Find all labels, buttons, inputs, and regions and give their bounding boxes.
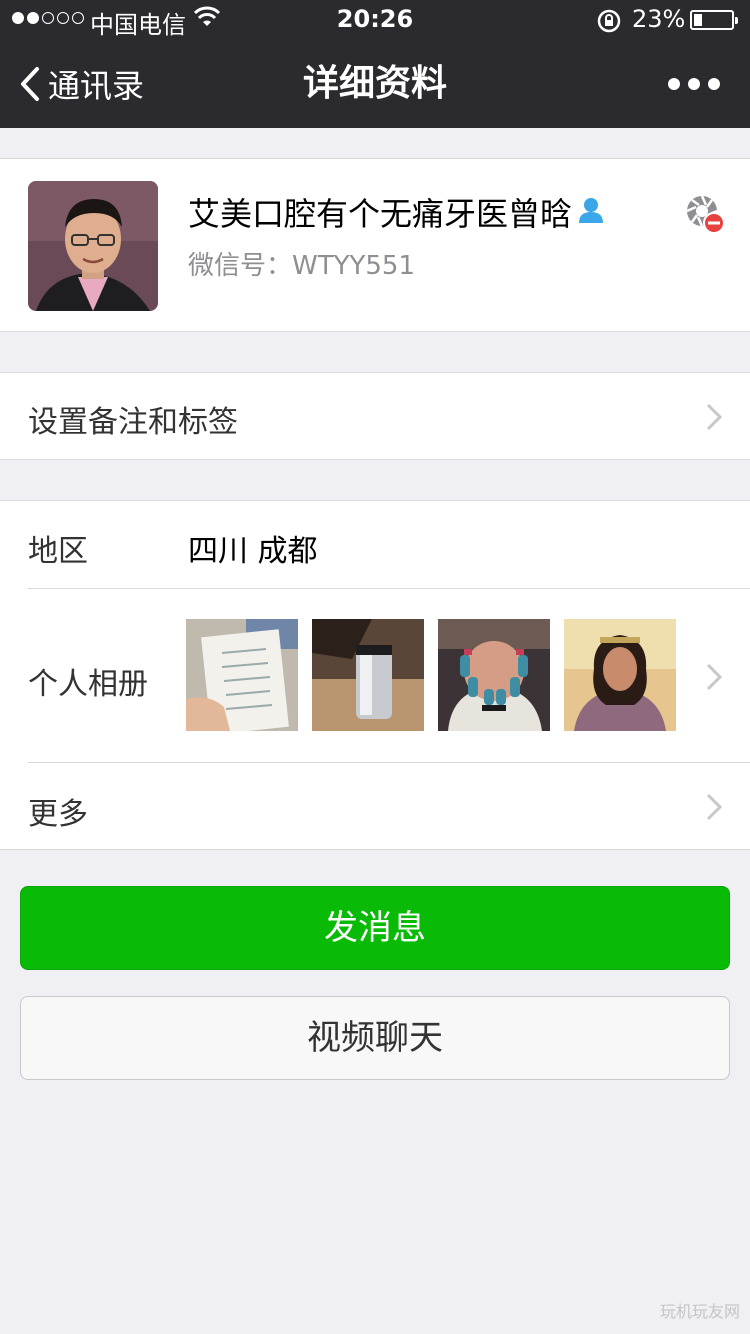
region-value: 四川 成都 [188,534,318,569]
album-label: 个人相册 [28,667,148,702]
more-options-button[interactable] [664,74,724,94]
info-section: 地区 四川 成都 个人相册 更多 [0,500,750,850]
battery-icon [690,10,738,30]
page-title: 详细资料 [302,63,447,104]
album-thumbnail[interactable] [312,619,424,731]
region-row: 地区 四川 成都 [0,501,750,588]
star-friend-icon[interactable] [684,193,726,235]
region-label: 地区 [28,534,88,569]
album-thumbnail[interactable] [438,619,550,731]
watermark: 玩机玩友网 [659,1302,740,1321]
album-thumbnail[interactable] [564,619,676,731]
chevron-right-icon [706,403,722,431]
video-chat-button[interactable]: 视频聊天 [20,996,730,1080]
personal-album-row[interactable]: 个人相册 [0,589,750,762]
contact-person-icon [576,195,606,229]
remark-label: 设置备注和标签 [28,405,238,440]
battery-percentage: 23% [632,5,686,33]
album-thumbnail[interactable] [186,619,298,731]
chevron-right-icon [706,663,722,691]
more-dots-icon [668,78,680,90]
more-row[interactable]: 更多 [0,763,750,850]
nickname: 艾美口腔有个无痛牙医曾晗 [188,195,573,233]
set-remark-and-tags[interactable]: 设置备注和标签 [0,372,750,460]
status-bar: 中国电信 20:26 23% [0,0,750,40]
wechat-id: 微信号：WTYY551 [188,251,415,281]
avatar[interactable] [28,181,158,311]
chevron-right-icon [706,793,722,821]
top-bar: 中国电信 20:26 23% 通讯录 详细资料 [0,0,750,128]
profile-card: 艾美口腔有个无痛牙医曾晗 微信号：WTYY551 [0,158,750,332]
more-label: 更多 [28,797,88,832]
send-message-button[interactable]: 发消息 [20,886,730,970]
rotation-lock-icon [596,8,622,40]
